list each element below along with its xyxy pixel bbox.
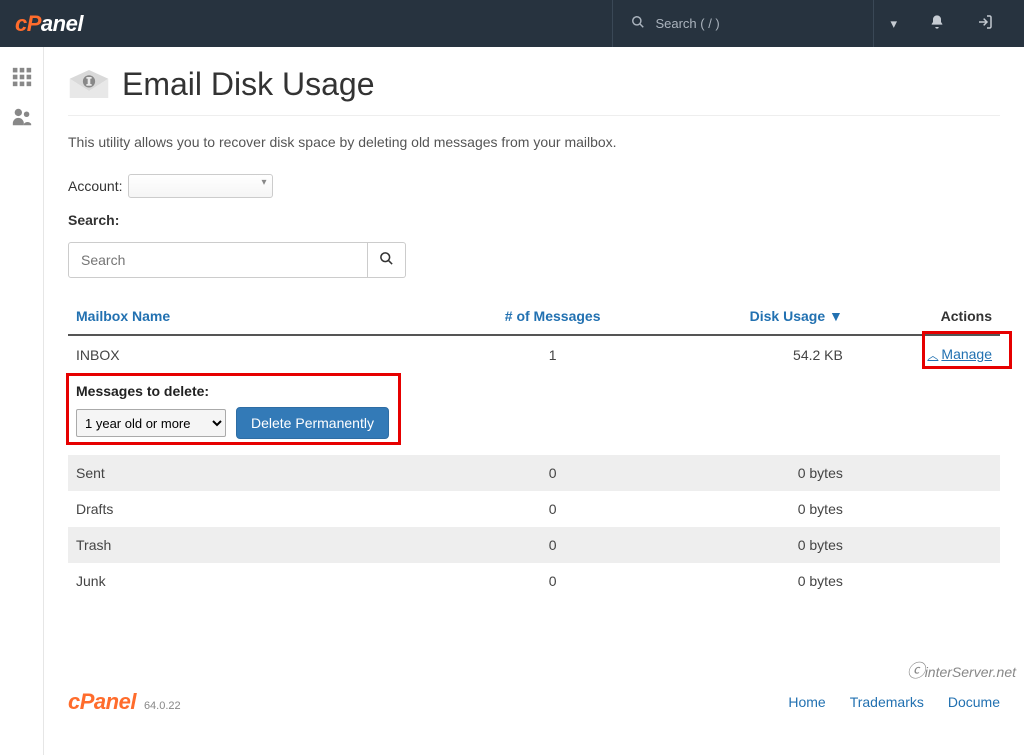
col-messages[interactable]: # of Messages [459,298,645,335]
cell-action: ︿Manage [851,335,1000,373]
search-group [68,242,1000,278]
logout-icon[interactable] [961,14,1009,33]
table-row: Junk 0 0 bytes [68,563,1000,599]
cell-name: Sent [68,455,459,491]
cell-messages: 0 [459,563,645,599]
cell-usage: 54.2 KB [646,335,851,373]
cell-name: INBOX [68,335,459,373]
cell-name: Junk [68,563,459,599]
user-menu-caret[interactable]: ▾ [874,16,913,32]
delete-age-select[interactable]: 1 year old or more [76,409,226,437]
topbar-search[interactable] [612,0,874,47]
topbar-search-input[interactable] [655,16,855,31]
footer-logo: cPanel 64.0.22 [68,689,181,715]
page-title: Email Disk Usage [122,66,375,103]
cell-name: Drafts [68,491,459,527]
sidebar-users[interactable] [0,97,43,137]
cell-usage: 0 bytes [646,491,851,527]
col-mailbox-name[interactable]: Mailbox Name [68,298,459,335]
col-actions: Actions [851,298,1000,335]
cpanel-logo[interactable]: cPanel [15,11,83,37]
main-content: Email Disk Usage This utility allows you… [44,47,1024,755]
expand-panel: Messages to delete: 1 year old or more D… [68,373,1000,455]
sidebar-apps[interactable] [0,57,43,97]
chevron-up-icon: ︿ [927,350,938,362]
manage-link[interactable]: ︿Manage [927,346,992,362]
page-header: Email Disk Usage [68,65,1000,116]
search-button[interactable] [368,242,406,278]
footer-brand: cPanel [68,689,136,715]
logo-anel: anel [41,11,83,36]
search-icon [631,15,645,32]
footer-version: 64.0.22 [144,700,181,712]
messages-to-delete-label: Messages to delete: [76,383,992,399]
cell-messages: 1 [459,335,645,373]
watermark: ⓒinterServer.net [907,657,1016,683]
page-description: This utility allows you to recover disk … [68,134,1000,150]
cell-usage: 0 bytes [646,563,851,599]
table-row: INBOX 1 54.2 KB ︿Manage [68,335,1000,373]
cell-usage: 0 bytes [646,527,851,563]
delete-permanently-button[interactable]: Delete Permanently [236,407,389,439]
col-disk-usage[interactable]: Disk Usage ▼ [646,298,851,335]
cell-name: Trash [68,527,459,563]
bell-icon[interactable] [913,14,961,33]
email-disk-icon [68,65,110,103]
search-input[interactable] [68,242,368,278]
account-label: Account: [68,178,122,194]
footer-link-docs[interactable]: Docume [948,694,1000,710]
cell-messages: 0 [459,455,645,491]
account-select[interactable] [128,174,273,198]
logo-cp: cP [15,11,41,36]
search-icon [379,251,394,269]
footer-link-home[interactable]: Home [788,694,825,710]
cell-messages: 0 [459,527,645,563]
topbar: cPanel ▾ [0,0,1024,47]
table-row: Drafts 0 0 bytes [68,491,1000,527]
cell-usage: 0 bytes [646,455,851,491]
mailbox-table: Mailbox Name # of Messages Disk Usage ▼ … [68,298,1000,599]
footer-links: Home Trademarks Docume [788,694,1000,710]
search-label-row: Search: [68,212,1000,228]
account-row: Account: [68,174,1000,198]
table-row: Trash 0 0 bytes [68,527,1000,563]
search-label: Search: [68,212,119,228]
sidebar [0,47,44,755]
cell-messages: 0 [459,491,645,527]
footer: cPanel 64.0.22 Home Trademarks Docume [68,689,1000,715]
footer-link-trademarks[interactable]: Trademarks [850,694,924,710]
table-row: Sent 0 0 bytes [68,455,1000,491]
